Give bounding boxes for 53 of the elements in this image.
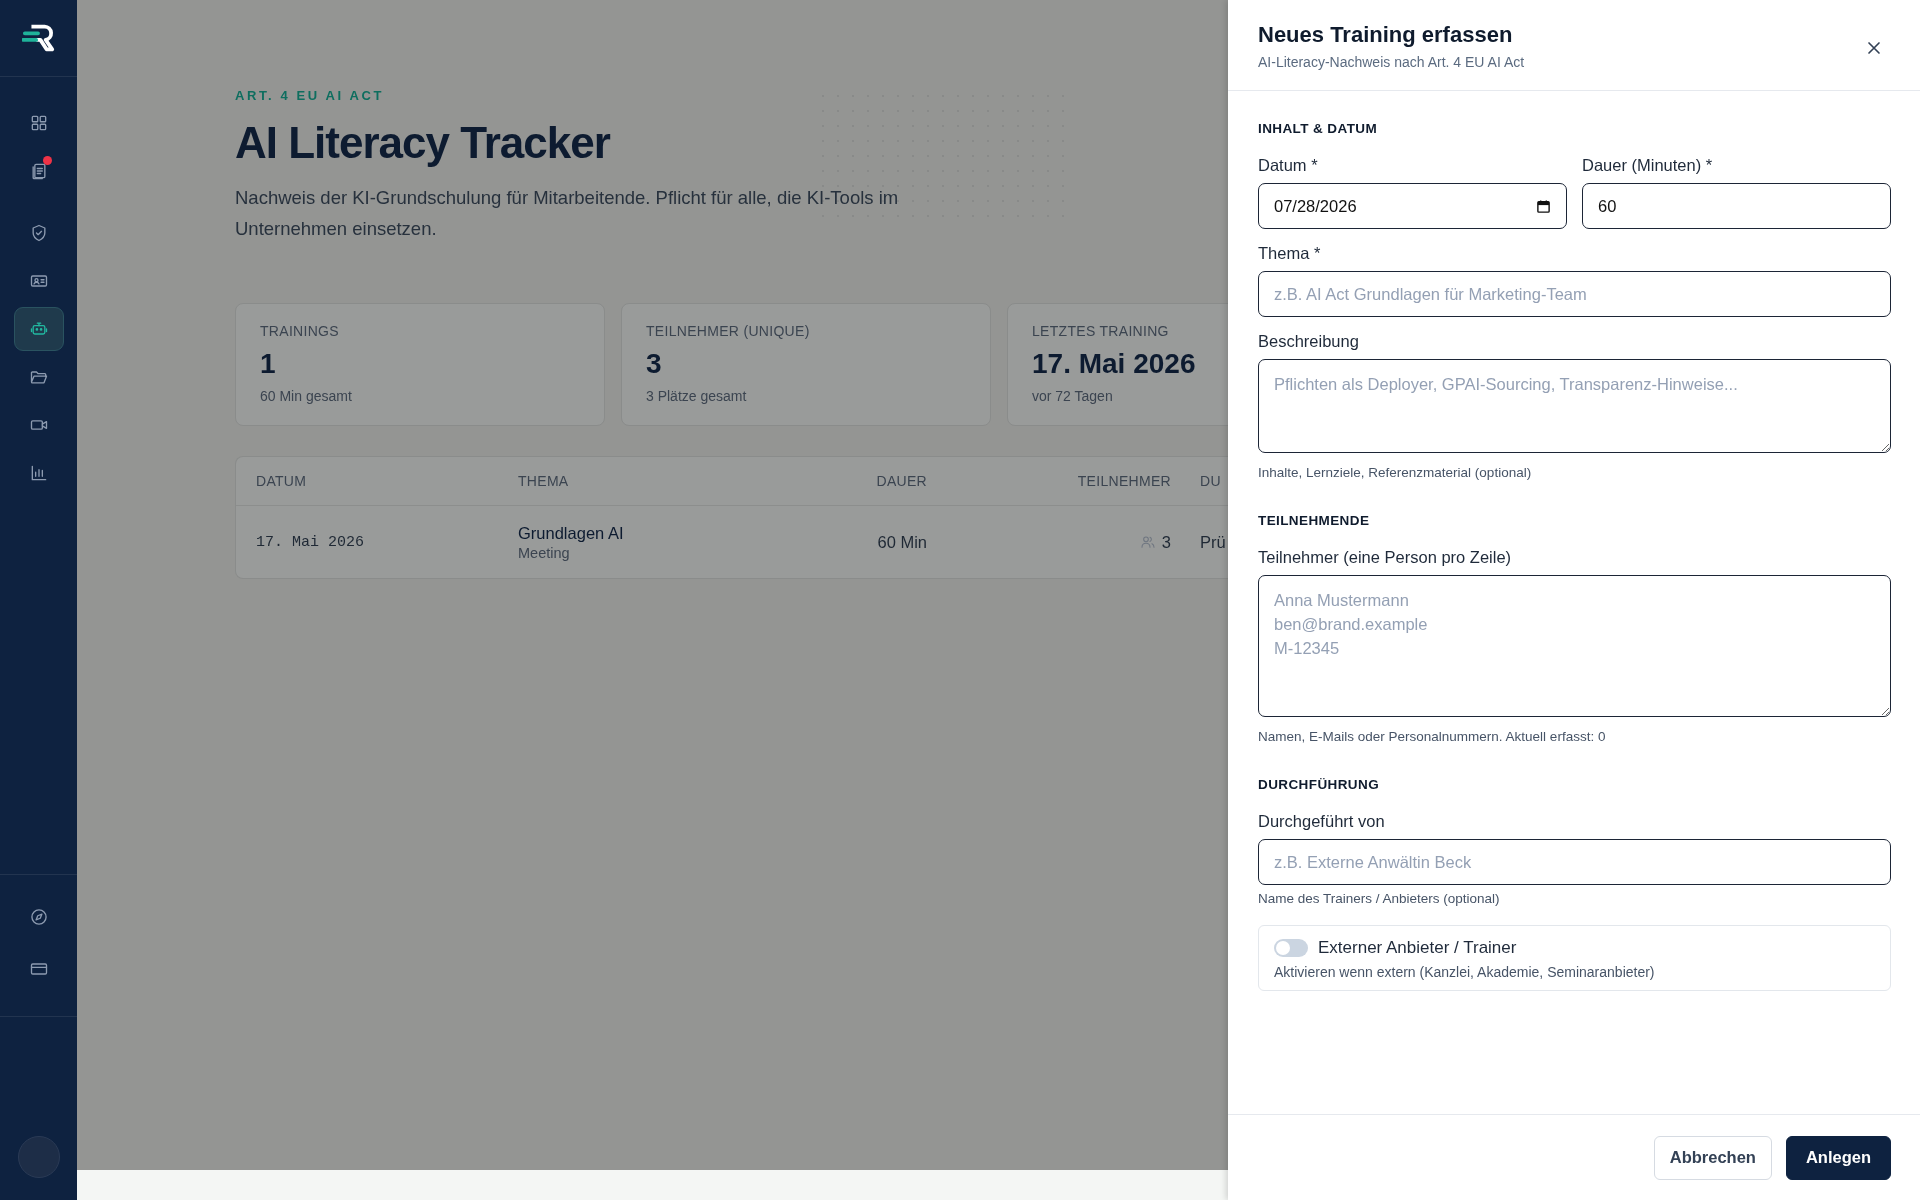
toggle-description: Aktivieren wenn extern (Kanzlei, Akademie, Seminaranbieter) (1274, 964, 1656, 980)
help-text: Inhalte, Lernziele, Referenzmaterial (optional) (1258, 465, 1533, 480)
toggle-label: Externer Anbieter / Trainer (1318, 938, 1517, 958)
field-label: Durchgeführt von (1258, 812, 1386, 831)
column-header: THEMA (518, 473, 569, 489)
stat-value: 17. Mai 2026 (1032, 348, 1197, 380)
field-label: Datum * (1258, 156, 1319, 175)
section-title: INHALT & DATUM (1258, 121, 1379, 136)
column-header: TEILNEHMER (1077, 473, 1171, 489)
page-description: Nachweis der KI-Grundschulung für Mitarbeitende. Pflicht für alle, die KI-Tools im Unternehmen einsetzen. (235, 186, 900, 241)
text-area[interactable]: Pflichten als Deployer, GPAI-Sourcing, Transparenz-Hinweise... (1258, 359, 1891, 453)
drawer-subtitle: AI-Literacy-Nachweis nach Art. 4 EU AI Act (1258, 54, 1525, 70)
help-text: Name des Trainers / Anbieters (optional) (1258, 891, 1501, 906)
stat-value: 3 (646, 348, 663, 380)
date-value: 07/28/2026 (1274, 196, 1358, 216)
create-button[interactable]: Anlegen (1785, 1135, 1891, 1180)
field-label: Dauer (Minuten) * (1582, 156, 1714, 175)
stat-label: TEILNEHMER (UNIQUE) (646, 323, 811, 339)
toggle-switch[interactable] (1274, 939, 1308, 957)
input-field[interactable]: z.B. AI Act Grundlagen für Marketing-Team (1258, 271, 1891, 317)
stat-note: 3 Plätze gesamt (646, 388, 748, 404)
field-label: Teilnehmer (eine Person pro Zeile) (1258, 548, 1513, 567)
stat-note: 60 Min gesamt (260, 388, 353, 404)
stat-label: LETZTES TRAINING (1032, 323, 1170, 339)
logo-icon[interactable] (21, 23, 56, 53)
table-cell: 3 (1161, 532, 1171, 552)
column-header: DU (1200, 473, 1221, 489)
table-cell: Meeting (518, 544, 570, 561)
input-field[interactable]: z.B. Externe Anwältin Beck (1258, 839, 1891, 885)
stat-label: TRAININGS (260, 323, 340, 339)
drawer-title: Neues Training erfassen (1258, 22, 1514, 48)
column-header: DATUM (256, 473, 307, 489)
text-area[interactable]: Anna Mustermann ben@brand.example M-12345 (1258, 575, 1891, 717)
calendar-icon[interactable] (1536, 198, 1551, 214)
table-cell: Grundlagen AI (518, 523, 624, 543)
table-cell: 60 Min (877, 532, 927, 552)
table-cell: Prü (1200, 532, 1226, 552)
people-icon (1139, 534, 1156, 550)
input-field[interactable]: 60 (1582, 183, 1891, 229)
field-label: Thema * (1258, 244, 1322, 263)
stat-value: 1 (260, 348, 277, 380)
cancel-button[interactable]: Abbrechen (1653, 1135, 1772, 1180)
column-header: DAUER (876, 473, 927, 489)
table-cell: 17. Mai 2026 (256, 533, 365, 551)
section-title: DURCHFÜHRUNG (1258, 777, 1381, 792)
eyebrow: ART. 4 EU AI ACT (235, 88, 385, 103)
help-text: Namen, E-Mails oder Personalnummern. Aktuell erfasst: 0 (1258, 729, 1607, 744)
date-field[interactable]: 07/28/2026 (1258, 183, 1567, 229)
robot-icon[interactable] (13, 307, 64, 351)
field-label: Beschreibung (1258, 332, 1360, 351)
section-title: TEILNEHMENDE (1258, 513, 1371, 528)
stat-note: vor 72 Tagen (1032, 388, 1114, 404)
page-title: AI Literacy Tracker (235, 118, 612, 168)
